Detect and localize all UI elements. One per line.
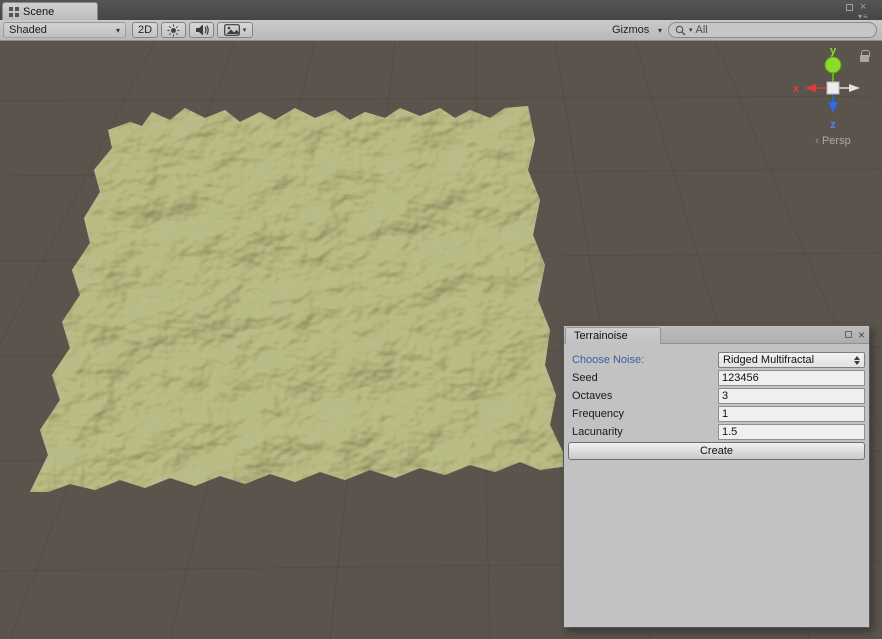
panel-maximize-icon[interactable] [845, 331, 852, 338]
sun-icon [167, 24, 180, 36]
noise-type-value: Ridged Multifractal [723, 354, 815, 366]
noise-type-dropdown[interactable]: Ridged Multifractal [718, 352, 865, 368]
axis-y-label: y [830, 45, 837, 57]
terrainoise-window: Terrainoise × Choose Noise: Ridged Multi… [563, 325, 870, 628]
axis-z-handle[interactable] [828, 102, 838, 113]
octaves-row: Octaves [568, 388, 865, 404]
chevron-down-icon: ▾ [657, 25, 662, 35]
scene-tab-strip: Scene × ▾≡ [0, 0, 882, 21]
grid-icon [9, 6, 19, 17]
noise-type-label: Choose Noise: [572, 354, 645, 366]
octaves-label: Octaves [572, 390, 613, 402]
panel-close-icon[interactable]: × [858, 327, 865, 343]
speaker-icon [195, 24, 209, 36]
axis-z-label: z [830, 119, 836, 131]
toggle-2d-label: 2D [137, 24, 153, 36]
chevron-left-icon: ‹ [815, 135, 819, 147]
lacunarity-row: Lacunarity [568, 424, 865, 440]
image-effects-icon [223, 24, 240, 36]
scene-viewport[interactable]: y x z ‹ Persp Terrainoise × Choose Noise:… [0, 41, 882, 639]
gizmos-dropdown[interactable]: Gizmos ▾ [608, 22, 666, 38]
projection-label: Persp [821, 135, 851, 147]
window-controls: × ▾≡ [844, 2, 878, 21]
shading-mode-label: Shaded [9, 24, 47, 36]
frequency-label: Frequency [572, 408, 624, 420]
toggle-2d-button[interactable]: 2D [132, 22, 158, 38]
create-button-label: Create [699, 445, 734, 457]
terrainoise-header: Terrainoise × [564, 326, 869, 344]
axis-x-handle[interactable] [805, 84, 816, 92]
lacunarity-label: Lacunarity [572, 426, 623, 438]
projection-toggle[interactable]: ‹ Persp [787, 135, 879, 147]
close-icon[interactable]: × [860, 2, 866, 13]
octaves-input[interactable] [718, 388, 865, 404]
axis-right-handle[interactable] [849, 84, 860, 92]
search-input[interactable]: ▾ All [668, 22, 877, 38]
lighting-toggle-button[interactable] [161, 22, 186, 38]
scene-toolbar: Shaded ▾ 2D ▾ Gizmos ▾ ▾ All [0, 20, 882, 41]
lacunarity-input[interactable] [718, 424, 865, 440]
maximize-icon[interactable] [846, 4, 853, 11]
frequency-input[interactable] [718, 406, 865, 422]
audio-toggle-button[interactable] [189, 22, 214, 38]
search-icon [675, 25, 686, 35]
axis-y-handle[interactable] [824, 56, 842, 74]
chevron-down-icon: ▾ [689, 27, 693, 34]
scene-tab-label: Scene [23, 5, 55, 18]
shading-mode-dropdown[interactable]: Shaded ▾ [3, 22, 126, 38]
unity-editor-window: Scene × ▾≡ Shaded ▾ 2D ▾ Gizmos ▾ ▾ All … [0, 0, 882, 639]
terrain-mesh[interactable] [30, 106, 568, 492]
seed-input[interactable] [718, 370, 865, 386]
dropdown-arrows-icon [854, 355, 860, 365]
axis-center-cube[interactable] [826, 81, 840, 95]
gizmos-label: Gizmos [612, 24, 650, 36]
chevron-down-icon: ▾ [115, 25, 120, 35]
frequency-row: Frequency [568, 406, 865, 422]
create-button[interactable]: Create [568, 442, 865, 460]
lock-icon[interactable] [860, 50, 870, 62]
search-filter-value: All [695, 24, 708, 36]
terrainoise-tab-label: Terrainoise [574, 330, 628, 342]
chevron-down-icon: ▾ [242, 27, 247, 34]
noise-row: Choose Noise: Ridged Multifractal [568, 352, 865, 368]
terrainoise-tab[interactable]: Terrainoise [565, 327, 661, 344]
seed-label: Seed [572, 372, 598, 384]
effects-toggle-button[interactable]: ▾ [217, 22, 253, 38]
scene-tab[interactable]: Scene [2, 2, 98, 20]
axis-x-label: x [793, 83, 800, 95]
seed-row: Seed [568, 370, 865, 386]
